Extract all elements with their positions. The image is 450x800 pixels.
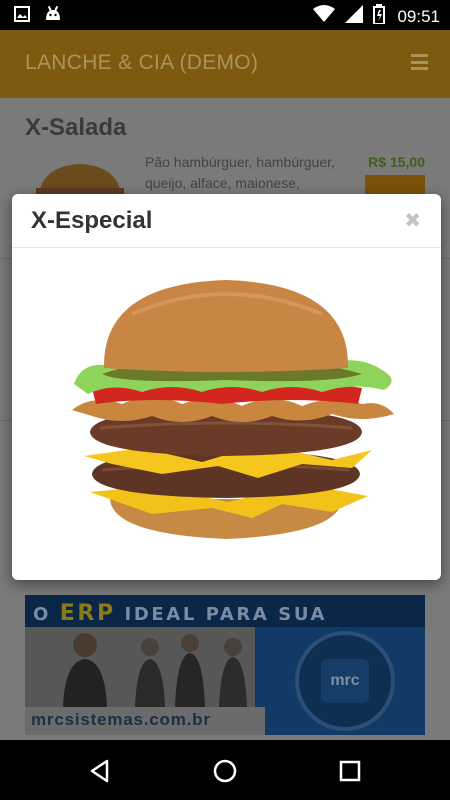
status-bar: 09:51	[0, 0, 450, 30]
banner-url: mrcsistemas.com.br	[25, 707, 265, 735]
banner-people-photo	[25, 627, 255, 707]
modal-title: X-Especial	[31, 207, 153, 234]
modal-header: X-Especial ✖	[12, 194, 441, 248]
erp-banner-ad[interactable]: O ERP IDEAL PARA SUA EMPRESA mrc mrcsist…	[25, 595, 425, 735]
battery-icon	[373, 4, 386, 29]
product-price: R$ 15,00	[368, 154, 425, 170]
back-icon[interactable]	[85, 756, 115, 786]
app-title: LANCHE & CIA (DEMO)	[25, 51, 259, 74]
image-icon	[14, 6, 30, 27]
product-image-modal: X-Especial ✖	[12, 194, 441, 580]
close-icon[interactable]: ✖	[404, 208, 421, 232]
home-icon[interactable]	[210, 756, 240, 786]
signal-icon	[345, 5, 364, 28]
app-bar: LANCHE & CIA (DEMO)	[0, 30, 450, 98]
burger-photo	[32, 264, 420, 564]
android-icon	[44, 5, 62, 27]
banner-headline-erp: ERP	[59, 601, 116, 626]
status-time: 09:51	[397, 6, 440, 26]
mrc-logo: mrc	[295, 631, 395, 731]
hamburger-menu-icon[interactable]	[411, 54, 428, 70]
product-heading: X-Salada	[25, 114, 127, 141]
recents-icon[interactable]	[335, 756, 365, 786]
wifi-icon	[313, 5, 336, 28]
product-description: Pão hambúrguer, hambúrguer, queijo, alfa…	[145, 154, 335, 191]
android-nav-bar	[0, 740, 450, 800]
